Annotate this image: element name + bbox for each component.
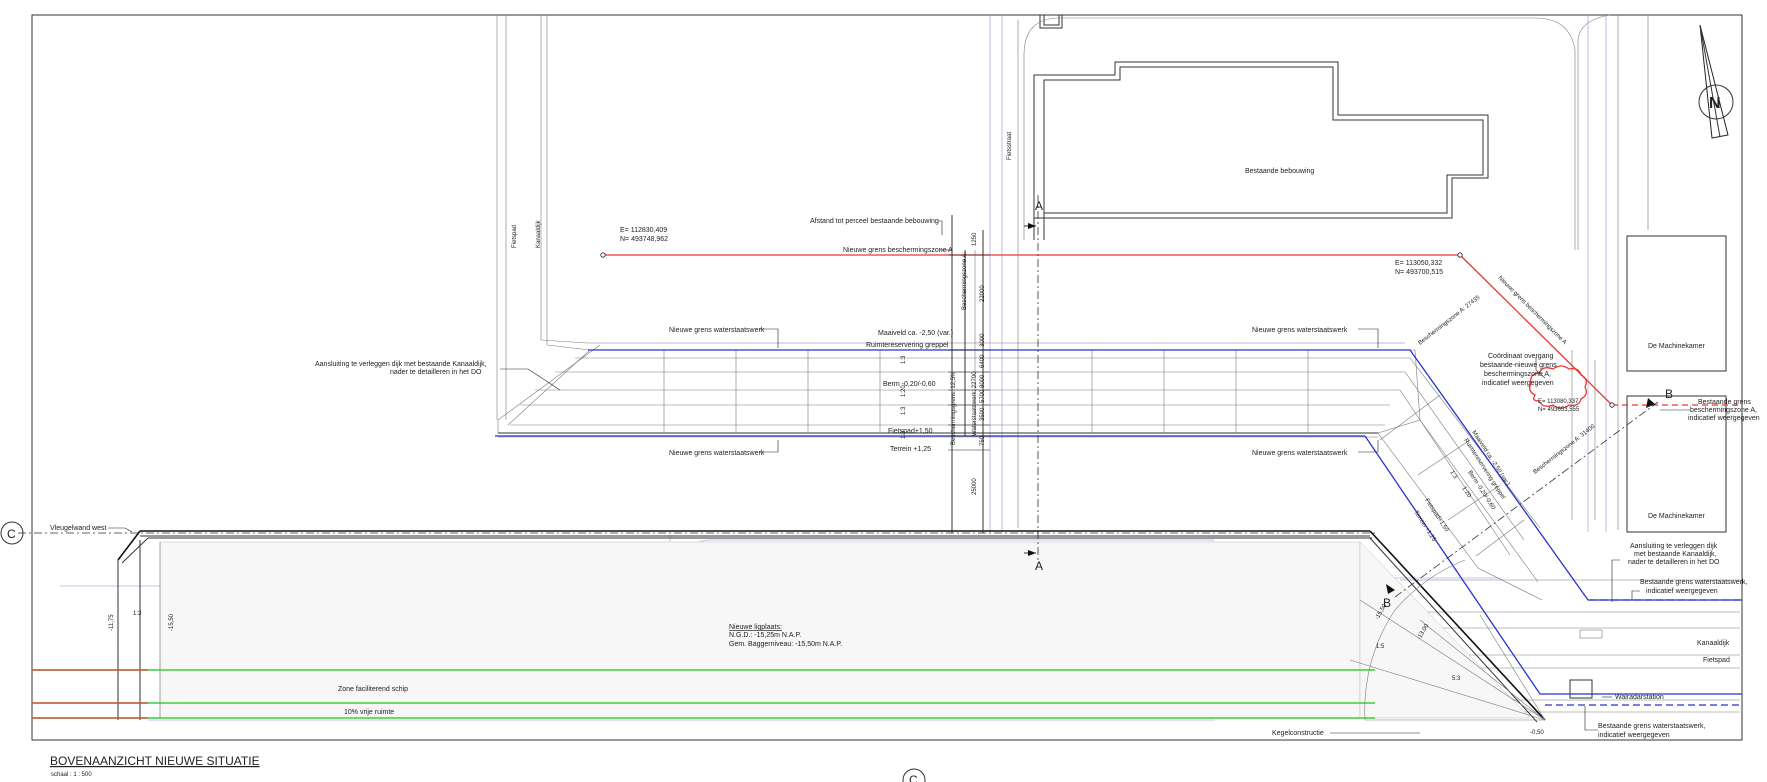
coord-overgang-1: Coördinaat overgang (1488, 353, 1553, 360)
coord-cloud-n: N= 493653,555 (1538, 407, 1580, 413)
level-15-50: -15,50 (169, 613, 175, 631)
kanaaldijk-right-label: Kanaaldijk (1697, 640, 1730, 647)
bestaande-grens-3: indicatief weergegeven (1688, 415, 1760, 422)
level-0-50: -0,50 (1530, 730, 1544, 736)
ws-bot-left-label: Nieuwe grens waterstaatswerk (669, 450, 765, 457)
dim-22000: 22000 (980, 285, 986, 302)
aansluiting-label-2: nader te detailleren in het DO (390, 369, 482, 376)
level-11-75: -11,75 (109, 614, 115, 631)
beschermingszone-vertical-label: Beschermingszone A: (962, 252, 968, 310)
grens-bz-a-label: Nieuwe grens beschermingszone A (843, 247, 953, 254)
slope-1-20-diag: 1:20 (1460, 486, 1472, 500)
harbour-basin (32, 541, 1546, 721)
north-arrow: N (1698, 24, 1734, 139)
kanaaldijk-vertical-label: Kanaaldijk (536, 219, 542, 248)
bws-bottom-2: indicatief weergegeven (1598, 732, 1670, 739)
drawing-title: BOVENAANZICHT NIEUWE SITUATIE (50, 754, 260, 768)
machinekamer-building-1 (1626, 235, 1727, 372)
dim-750: 750 (980, 435, 986, 446)
slope-1-3-diag: 1:3 (1448, 470, 1458, 481)
berm-label: Berm -0,20/-0,60 (883, 381, 936, 388)
section-c-label-left: C (7, 527, 16, 541)
section-b-label-right: B (1665, 387, 1673, 401)
beschermingsgrens-vertical-label: Beschermingsgrens: 12,5% (951, 371, 957, 445)
drawing-scale: schaal : 1 : 500 (51, 772, 92, 778)
bws-bottom-1: Bestaande grens waterstaatswerk, (1598, 723, 1705, 730)
zone-faciliterend-label: Zone faciliterend schip (338, 686, 408, 693)
ligplaats-label-3: Gem. Baggerniveau: -15,50m N.A.P. (729, 641, 842, 648)
waterstaatswerk-vertical-label: Waterstaatswerk: 22700 (972, 371, 978, 436)
terrein-label: Terrein +1,25 (890, 446, 931, 453)
walradarstation-label: Walradarstation (1615, 694, 1664, 701)
bestaande-grens-2: beschermingszone A, (1690, 407, 1757, 414)
aansluiting-right-2: met bestaande Kanaaldijk, (1634, 551, 1717, 558)
coord-right-n: N= 493700,515 (1395, 269, 1443, 276)
slope-1-5: 1:5 (1376, 644, 1385, 650)
vleugelwand-label: Vleugelwand west (50, 525, 106, 532)
coord-left-n: N= 493748,962 (620, 236, 668, 243)
aansluiting-right-1: Aansluiting te verleggen dijk (1630, 543, 1718, 550)
slope-1-3-quay: 1:3 (133, 611, 142, 617)
title-block: BOVENAANZICHT NIEUWE SITUATIE schaal : 1… (50, 754, 260, 778)
machinekamer-label-1: De Machinekamer (1648, 343, 1705, 350)
existing-buildings: Bestaande bebouwing De Machinekamer De M… (1033, 15, 1727, 533)
dim-3000: 3000 (980, 333, 986, 347)
dim-25000: 25000 (972, 478, 978, 495)
coord-left-e: E= 112830,409 (620, 227, 667, 234)
maaiveld-label: Maaiveld ca. -2,50 (var.) (878, 330, 953, 337)
ws-bot-right-label: Nieuwe grens waterstaatswerk (1252, 450, 1348, 457)
fietsstraat-label: Fietsstraat (1007, 132, 1013, 160)
bws-label-1: Bestaande grens waterstaatswerk, (1640, 579, 1747, 586)
beschermingszone-boundary (600, 252, 1742, 408)
ligplaats-label-2: N.G.D.: -15,25m N.A.P. (729, 632, 801, 639)
dim-8000: 8000 (980, 374, 986, 388)
bws-label-2: indicatief weergegeven (1646, 588, 1718, 595)
bz-diag-label-2: Beschermingszone A: 31400 (1533, 423, 1597, 475)
walradarstation-symbol (1569, 679, 1593, 699)
ruimte-label: Ruimtereservering greppel (866, 342, 949, 349)
section-a-label-bottom: A (1035, 559, 1043, 573)
dimension-chain: 1250 22000 3000 6400 8000 5700 3500 750 … (901, 215, 990, 533)
kegel-label: Kegelconstructie (1272, 730, 1324, 737)
coord-overgang-2: bestaande-nieuwe grens (1480, 362, 1557, 369)
coord-cloud-e: E= 113080,337 (1538, 399, 1579, 405)
aansluiting-right-3: nader te detailleren in het DO (1628, 559, 1720, 566)
coord-overgang-3: beschermingszone A, (1484, 371, 1551, 378)
north-label: N (1709, 95, 1721, 112)
bestaande-grens-1: Bestaande grens (1698, 399, 1751, 406)
aansluiting-label-1: Aansluiting te verleggen dijk met bestaa… (315, 361, 487, 368)
dim-6400: 6400 (980, 354, 986, 368)
machinekamer-label-2: De Machinekamer (1648, 513, 1705, 520)
ws-top-right-label: Nieuwe grens waterstaatswerk (1252, 327, 1348, 334)
existing-building-label: Bestaande bebouwing (1245, 168, 1314, 175)
section-c-label-bottom: C (909, 773, 918, 782)
afstand-label: Afstand tot perceel bestaande bebouwing (810, 218, 939, 225)
site-plan-drawing: Bestaande bebouwing De Machinekamer De M… (0, 14, 1760, 782)
slope-1-3-vertical-2: 1:3 (901, 406, 907, 415)
grens-bz-a-diag-label: Nieuwe grens beschermingszone A (1497, 275, 1568, 346)
dim-3500: 3500 (980, 407, 986, 421)
dim-5700: 5700 (980, 389, 986, 403)
coord-right-e: E= 113050,332 (1395, 260, 1442, 267)
dim-1250: 1250 (972, 232, 978, 246)
vrije-ruimte-label: 10% vrije ruimte (344, 709, 394, 716)
bz-diag-label-1: Beschermingszone A: 27435 (1418, 294, 1482, 346)
slope-1-3-vertical: 1:3 (901, 355, 907, 364)
ligplaats-label-1: Nieuwe ligplaats: (729, 624, 782, 631)
fietspad-label: Fietspad+1,50 (888, 428, 933, 435)
coord-overgang-4: indicatief weergegeven (1482, 380, 1554, 387)
fietspad-vertical-label: Fietspad (512, 225, 518, 248)
slope-5-3: 5:3 (1452, 676, 1461, 682)
fietspad-right-label: Fietspad (1703, 657, 1730, 664)
ws-top-left-label: Nieuwe grens waterstaatswerk (669, 327, 765, 334)
section-a-label-top: A (1035, 199, 1043, 213)
